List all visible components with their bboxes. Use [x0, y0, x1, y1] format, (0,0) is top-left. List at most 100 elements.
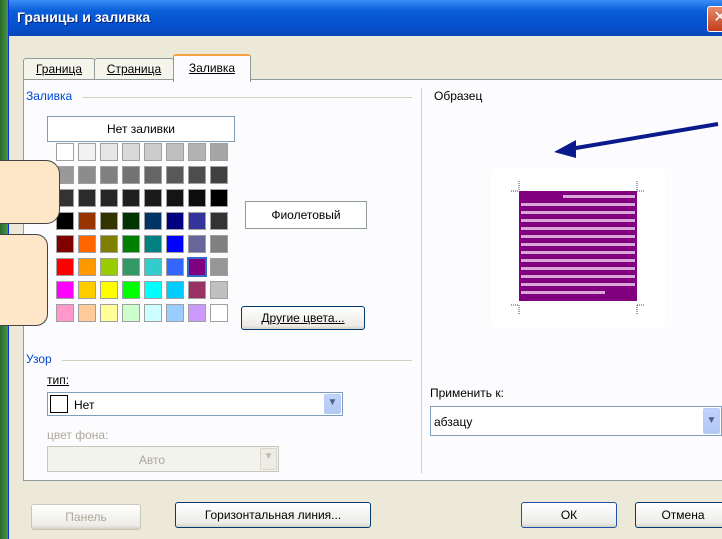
- color-swatch[interactable]: [56, 143, 74, 161]
- color-swatch[interactable]: [144, 166, 162, 184]
- color-swatch[interactable]: [100, 166, 118, 184]
- color-swatch[interactable]: [78, 189, 96, 207]
- color-swatch[interactable]: [144, 143, 162, 161]
- color-swatch[interactable]: [78, 304, 96, 322]
- color-swatch[interactable]: [78, 212, 96, 230]
- color-swatch[interactable]: [56, 304, 74, 322]
- color-swatch[interactable]: [78, 258, 96, 276]
- color-swatch[interactable]: [144, 235, 162, 253]
- ok-button[interactable]: ОК: [521, 502, 617, 528]
- color-swatch[interactable]: [122, 281, 140, 299]
- color-swatch[interactable]: [100, 212, 118, 230]
- color-swatch[interactable]: [144, 281, 162, 299]
- color-swatch[interactable]: [188, 304, 206, 322]
- chevron-down-icon[interactable]: ▼: [260, 448, 277, 470]
- color-swatch[interactable]: [210, 166, 228, 184]
- sample-preview-graphic: [511, 181, 645, 315]
- pattern-swatch: [50, 395, 68, 413]
- color-swatch[interactable]: [166, 189, 184, 207]
- annotation-arrow: [554, 122, 719, 158]
- color-swatch[interactable]: [144, 189, 162, 207]
- chevron-down-icon[interactable]: ▼: [324, 394, 341, 414]
- selected-color-name: Фиолетовый: [245, 201, 367, 229]
- color-swatch[interactable]: [210, 258, 228, 276]
- color-swatch[interactable]: [100, 258, 118, 276]
- tab-border[interactable]: Граница: [23, 58, 95, 79]
- color-swatch[interactable]: [210, 143, 228, 161]
- color-swatch[interactable]: [188, 235, 206, 253]
- panel-button[interactable]: Панель: [31, 504, 141, 530]
- more-colors-button[interactable]: Другие цвета...: [241, 306, 365, 330]
- bg-color-select[interactable]: Авто ▼: [47, 446, 279, 472]
- tab-page[interactable]: Страница: [94, 58, 174, 79]
- dialog-title: Границы и заливка: [17, 9, 151, 25]
- color-swatch[interactable]: [166, 304, 184, 322]
- bg-color-label: цвет фона:: [47, 428, 109, 442]
- title-bar[interactable]: Границы и заливка ✕: [9, 0, 722, 36]
- color-swatch[interactable]: [100, 189, 118, 207]
- pattern-type-value: Нет: [74, 398, 95, 412]
- color-swatch[interactable]: [100, 235, 118, 253]
- color-swatch[interactable]: [78, 281, 96, 299]
- color-swatch[interactable]: [100, 304, 118, 322]
- color-swatch[interactable]: [144, 258, 162, 276]
- tab-shading-label: Заливка: [188, 61, 236, 75]
- color-swatch[interactable]: [210, 189, 228, 207]
- color-swatch[interactable]: [100, 143, 118, 161]
- cancel-button[interactable]: Отмена: [635, 502, 722, 528]
- callout-shape: [0, 160, 60, 224]
- color-swatch[interactable]: [166, 166, 184, 184]
- vertical-divider: [421, 88, 422, 473]
- color-swatch[interactable]: [122, 304, 140, 322]
- color-swatch[interactable]: [144, 212, 162, 230]
- fill-group-divider: [82, 97, 412, 98]
- color-swatch[interactable]: [166, 281, 184, 299]
- color-swatch[interactable]: [210, 304, 228, 322]
- color-swatch[interactable]: [56, 281, 74, 299]
- color-swatch[interactable]: [187, 257, 207, 277]
- color-swatch[interactable]: [122, 212, 140, 230]
- color-swatch[interactable]: [144, 304, 162, 322]
- color-swatch[interactable]: [78, 166, 96, 184]
- apply-to-select[interactable]: абзацу ▼: [430, 406, 722, 436]
- no-fill-button[interactable]: Нет заливки: [47, 116, 235, 142]
- color-swatch[interactable]: [166, 212, 184, 230]
- pattern-type-label: тип:: [47, 373, 70, 387]
- color-swatch[interactable]: [188, 212, 206, 230]
- pattern-group-label: Узор: [26, 352, 56, 366]
- more-colors-label: Другие цвета...: [261, 311, 345, 325]
- color-swatch[interactable]: [122, 189, 140, 207]
- pattern-group-divider: [62, 360, 412, 361]
- pattern-type-select[interactable]: Нет ▼: [47, 392, 343, 416]
- tab-shading[interactable]: Заливка: [173, 54, 251, 82]
- bg-color-value: Авто: [138, 453, 166, 467]
- chevron-down-icon[interactable]: ▼: [703, 408, 720, 434]
- apply-to-value: абзацу: [434, 415, 473, 429]
- color-swatch[interactable]: [56, 258, 74, 276]
- color-swatch[interactable]: [122, 166, 140, 184]
- borders-and-shading-dialog: Границы и заливка ✕ Граница Страница Зал…: [8, 0, 722, 539]
- color-swatch[interactable]: [100, 281, 118, 299]
- tab-border-label: Граница: [35, 62, 83, 76]
- color-swatch[interactable]: [188, 189, 206, 207]
- color-swatch[interactable]: [166, 143, 184, 161]
- close-button[interactable]: ✕: [707, 6, 722, 32]
- apply-to-label: Применить к:: [430, 386, 504, 400]
- color-swatch[interactable]: [210, 235, 228, 253]
- color-swatch[interactable]: [166, 258, 184, 276]
- color-swatch[interactable]: [166, 235, 184, 253]
- callout-shape: [0, 234, 48, 326]
- color-swatch[interactable]: [56, 235, 74, 253]
- horizontal-line-button[interactable]: Горизонтальная линия...: [175, 502, 371, 528]
- color-swatch[interactable]: [122, 235, 140, 253]
- color-swatch[interactable]: [78, 143, 96, 161]
- color-swatch[interactable]: [122, 143, 140, 161]
- color-swatch[interactable]: [210, 212, 228, 230]
- color-swatch[interactable]: [188, 166, 206, 184]
- color-swatch[interactable]: [122, 258, 140, 276]
- color-swatch[interactable]: [188, 143, 206, 161]
- color-swatch[interactable]: [78, 235, 96, 253]
- tab-page-label: Страница: [106, 62, 162, 76]
- color-swatch[interactable]: [188, 281, 206, 299]
- color-swatch[interactable]: [210, 281, 228, 299]
